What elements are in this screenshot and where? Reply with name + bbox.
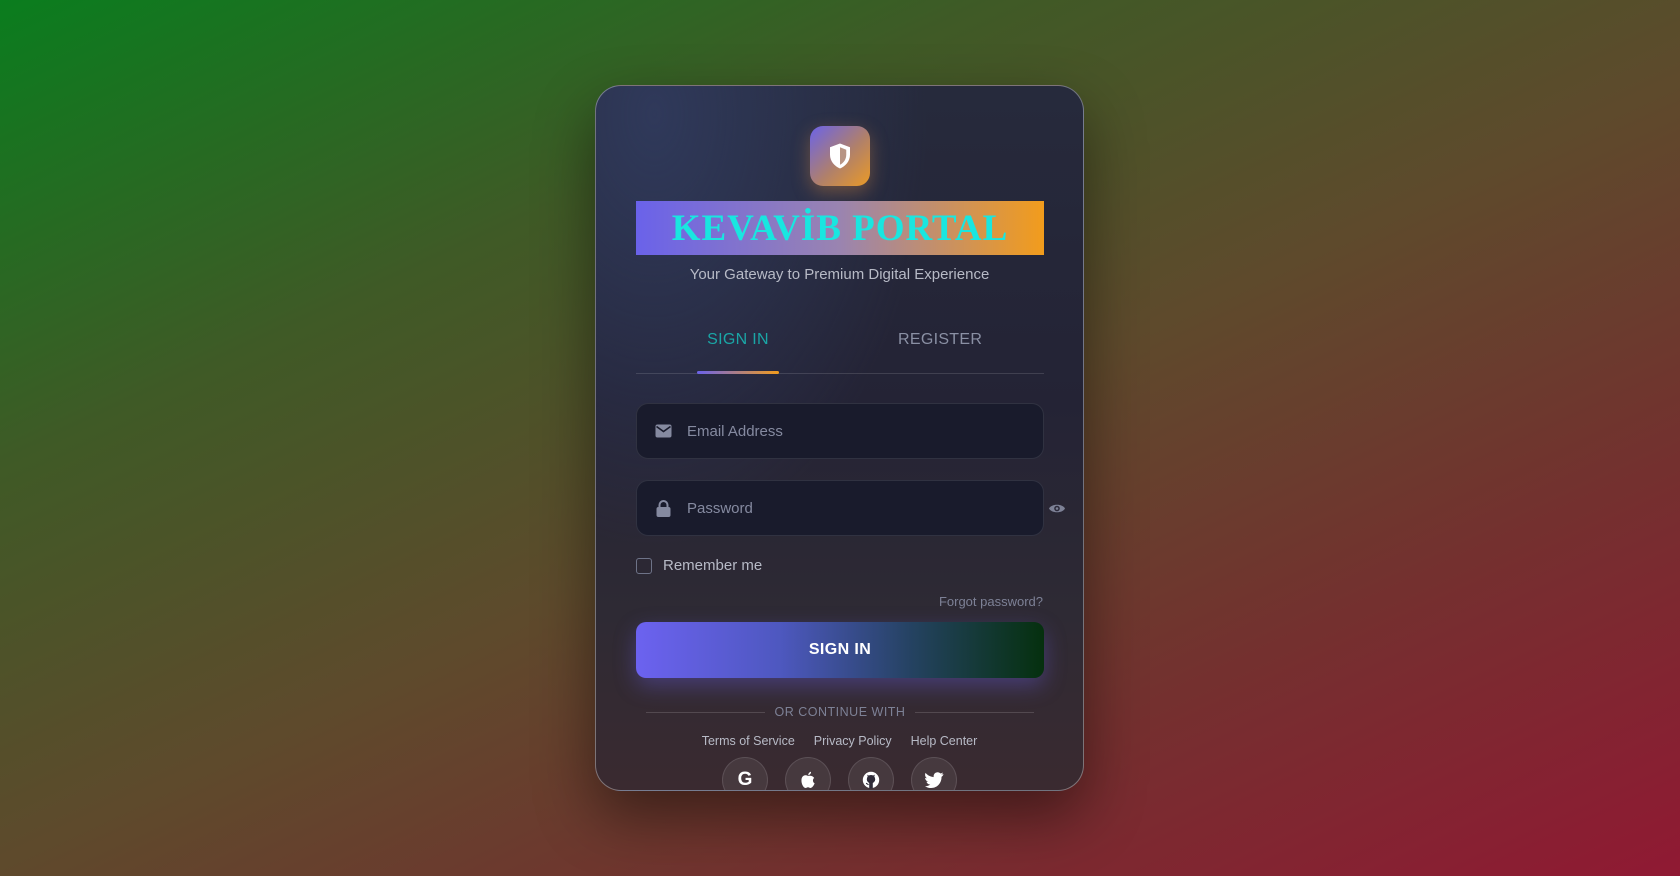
privacy-link[interactable]: Privacy Policy [814, 734, 892, 748]
divider-label: OR CONTINUE WITH [774, 705, 906, 719]
password-field-container [636, 480, 1044, 536]
apple-login-button[interactable] [785, 757, 831, 790]
divider: OR CONTINUE WITH [646, 705, 1035, 719]
forgot-password-link[interactable]: Forgot password? [939, 594, 1043, 609]
envelope-icon [653, 424, 673, 438]
tab-sign-in-label: SIGN IN [707, 331, 769, 348]
divider-line-left [646, 711, 765, 713]
apple-icon [801, 771, 815, 788]
footer-links: Terms of Service Privacy Policy Help Cen… [596, 734, 1083, 748]
title-banner: KEVAVİB PORTAL [636, 201, 1044, 255]
page-title: KEVAVİB PORTAL [671, 207, 1009, 249]
terms-link[interactable]: Terms of Service [702, 734, 795, 748]
active-tab-indicator [697, 371, 779, 374]
tab-register[interactable]: REGISTER [898, 331, 982, 349]
remember-me-checkbox[interactable] [636, 557, 652, 574]
divider-line-right [915, 711, 1035, 713]
google-icon: G [737, 769, 753, 790]
tab-sign-in[interactable]: SIGN IN [697, 331, 779, 374]
tab-register-label: REGISTER [898, 331, 983, 348]
logo [810, 126, 870, 186]
eye-icon[interactable] [1047, 498, 1067, 518]
lock-icon [653, 499, 673, 517]
twitter-icon [924, 772, 943, 788]
social-login-buttons: G [596, 748, 1083, 790]
sign-in-button[interactable]: SIGN IN [636, 622, 1044, 678]
shield-icon [830, 143, 850, 169]
remember-me[interactable]: Remember me [636, 557, 762, 574]
twitter-login-button[interactable] [911, 757, 957, 790]
remember-me-label: Remember me [663, 557, 763, 574]
github-login-button[interactable] [848, 757, 894, 790]
email-input[interactable] [685, 421, 1043, 441]
page-subtitle: Your Gateway to Premium Digital Experien… [689, 266, 990, 283]
auth-tabs: SIGN IN REGISTER [636, 331, 1044, 374]
login-card: KEVAVİB PORTAL Your Gateway to Premium D… [595, 85, 1084, 791]
email-field-container [636, 403, 1044, 459]
help-center-link[interactable]: Help Center [911, 734, 978, 748]
google-login-button[interactable]: G [722, 757, 768, 790]
github-icon [862, 771, 880, 789]
password-input[interactable] [685, 498, 1043, 518]
